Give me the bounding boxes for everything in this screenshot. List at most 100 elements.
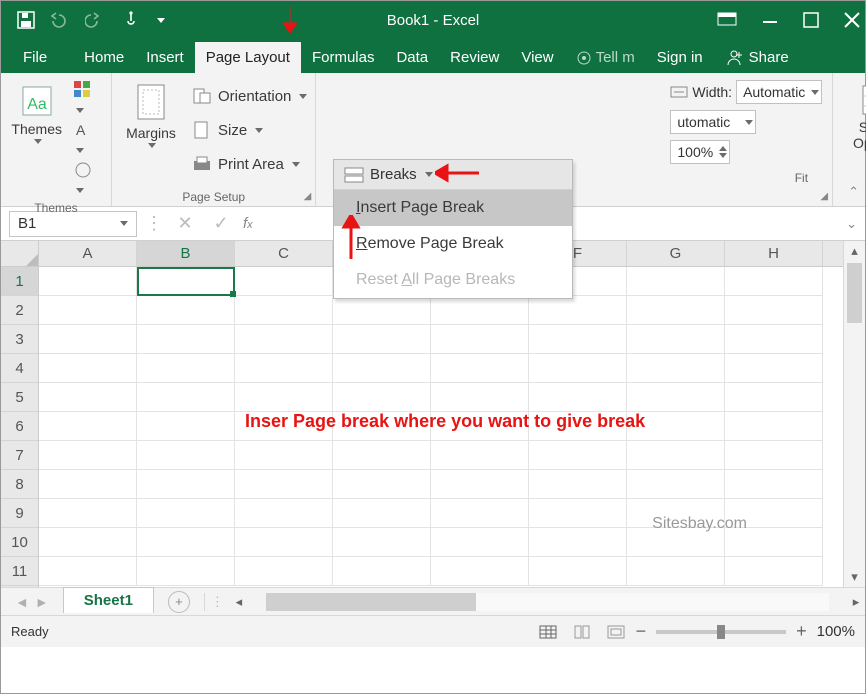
cell[interactable] [725, 412, 823, 441]
cell[interactable] [725, 441, 823, 470]
vertical-scrollbar[interactable]: ▴▾ [843, 241, 865, 587]
cell[interactable] [627, 296, 725, 325]
scale-control[interactable]: 100% [670, 137, 822, 167]
zoom-slider[interactable] [656, 630, 786, 634]
colors-icon[interactable] [74, 81, 103, 117]
horizontal-scrollbar[interactable]: ⋮◂▸ [204, 593, 865, 611]
tab-page-layout[interactable]: Page Layout [195, 42, 301, 73]
cell[interactable] [137, 325, 235, 354]
sheet-options-button[interactable]: Sheet Options [841, 77, 866, 158]
cell[interactable] [725, 557, 823, 586]
cell[interactable] [725, 267, 823, 296]
cell[interactable] [529, 441, 627, 470]
view-page-layout-icon[interactable] [568, 621, 596, 643]
cell[interactable] [431, 528, 529, 557]
redo-icon[interactable] [85, 12, 107, 28]
cell[interactable] [529, 528, 627, 557]
save-icon[interactable] [17, 11, 35, 29]
tab-home[interactable]: Home [73, 42, 135, 73]
cell[interactable] [137, 412, 235, 441]
qat-customize[interactable] [157, 18, 165, 23]
row-header-3[interactable]: 3 [1, 325, 38, 354]
sheet-nav-prev[interactable]: ◄ [15, 594, 29, 610]
cell[interactable] [431, 557, 529, 586]
cell[interactable] [137, 354, 235, 383]
cell[interactable] [39, 354, 137, 383]
cell[interactable] [137, 528, 235, 557]
cell[interactable] [137, 296, 235, 325]
print-area-button[interactable]: Print Area [192, 149, 307, 179]
close-icon[interactable] [843, 11, 861, 29]
width-control[interactable]: Width:Automatic [670, 77, 822, 107]
cell[interactable] [39, 412, 137, 441]
cell[interactable] [627, 325, 725, 354]
cell[interactable] [39, 528, 137, 557]
zoom-level[interactable]: 100% [817, 623, 855, 640]
row-header-2[interactable]: 2 [1, 296, 38, 325]
cell[interactable] [529, 354, 627, 383]
cell[interactable] [235, 325, 333, 354]
cell[interactable] [39, 267, 137, 296]
cell[interactable] [725, 470, 823, 499]
cell[interactable] [235, 499, 333, 528]
col-header-A[interactable]: A [39, 241, 137, 266]
cell[interactable] [235, 528, 333, 557]
cell[interactable] [333, 325, 431, 354]
zoom-out[interactable]: − [636, 621, 647, 642]
row-header-6[interactable]: 6 [1, 412, 38, 441]
scale-launcher[interactable]: ◢ [820, 191, 828, 202]
expand-formula-bar[interactable]: ⌄ [846, 216, 857, 232]
cell[interactable] [529, 557, 627, 586]
select-all-corner[interactable] [1, 241, 38, 267]
tab-file[interactable]: File [7, 42, 63, 73]
col-header-C[interactable]: C [235, 241, 333, 266]
cell[interactable] [627, 354, 725, 383]
cell[interactable] [333, 383, 431, 412]
col-header-G[interactable]: G [627, 241, 725, 266]
fonts-icon[interactable]: A [74, 121, 103, 157]
cell[interactable] [39, 296, 137, 325]
cell[interactable] [333, 441, 431, 470]
cell[interactable] [627, 557, 725, 586]
cell[interactable] [235, 441, 333, 470]
tab-review[interactable]: Review [439, 42, 510, 73]
cell[interactable] [137, 383, 235, 412]
row-header-9[interactable]: 9 [1, 499, 38, 528]
tab-insert[interactable]: Insert [135, 42, 195, 73]
row-header-8[interactable]: 8 [1, 470, 38, 499]
cell[interactable] [137, 499, 235, 528]
cell[interactable] [39, 499, 137, 528]
cell[interactable] [137, 441, 235, 470]
cell[interactable] [39, 557, 137, 586]
page-setup-launcher[interactable]: ◢ [304, 191, 312, 202]
cell[interactable] [333, 470, 431, 499]
undo-icon[interactable] [49, 12, 71, 28]
cell[interactable] [529, 296, 627, 325]
cell[interactable] [529, 383, 627, 412]
cell[interactable] [627, 470, 725, 499]
cell[interactable] [529, 499, 627, 528]
touch-mode-icon[interactable] [121, 10, 141, 30]
cell[interactable] [39, 383, 137, 412]
ribbon-display-icon[interactable] [717, 12, 737, 28]
tell-me[interactable]: Tell m [565, 42, 646, 73]
cell[interactable] [235, 354, 333, 383]
row-header-5[interactable]: 5 [1, 383, 38, 412]
cell[interactable] [431, 383, 529, 412]
cell[interactable] [333, 296, 431, 325]
height-control[interactable]: utomatic [670, 107, 822, 137]
cell[interactable] [39, 470, 137, 499]
col-header-B[interactable]: B [137, 241, 235, 266]
cell[interactable] [137, 470, 235, 499]
row-header-1[interactable]: 1 [1, 267, 38, 296]
cell[interactable] [725, 325, 823, 354]
sheet-nav-next[interactable]: ► [35, 594, 49, 610]
row-header-4[interactable]: 4 [1, 354, 38, 383]
cell[interactable] [39, 441, 137, 470]
row-header-7[interactable]: 7 [1, 441, 38, 470]
cell[interactable] [235, 470, 333, 499]
cell[interactable] [137, 267, 235, 296]
cell[interactable] [725, 296, 823, 325]
fx-icon[interactable]: fx [243, 215, 253, 232]
tab-view[interactable]: View [510, 42, 564, 73]
